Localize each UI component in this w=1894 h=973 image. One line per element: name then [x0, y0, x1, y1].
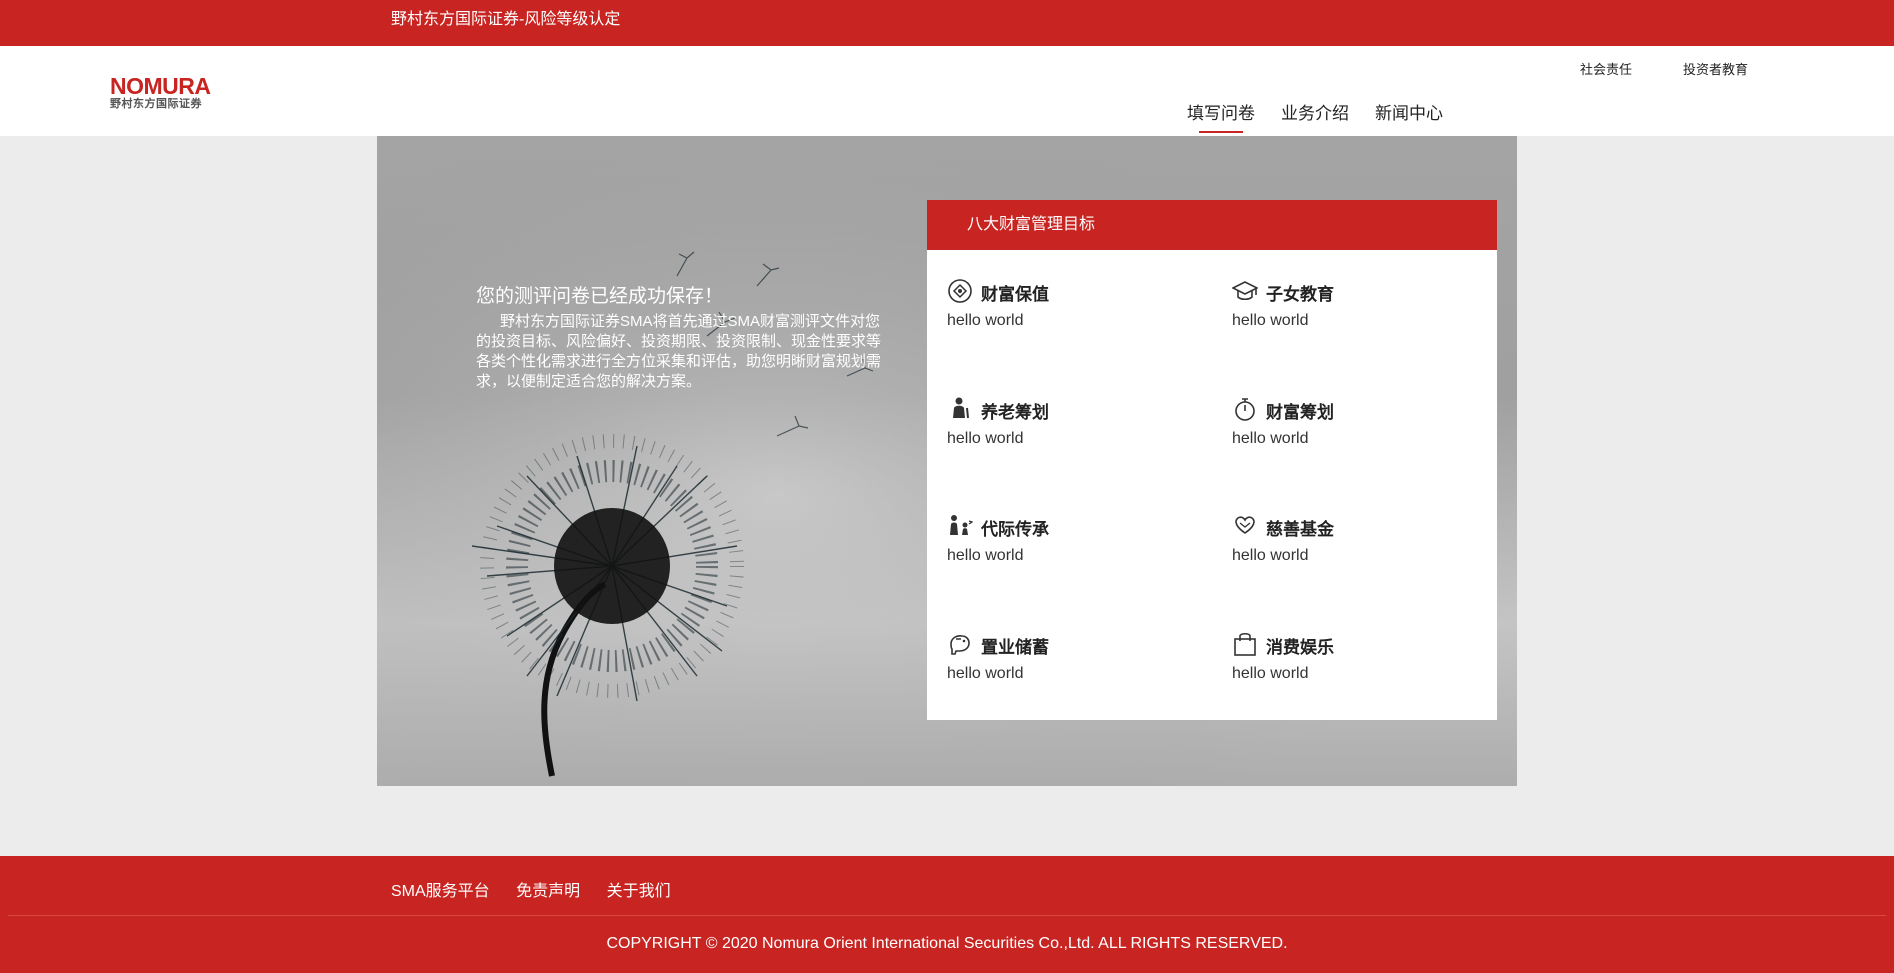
goal-retirement-planning[interactable]: 养老筹划 hello world — [947, 396, 1207, 466]
logo-wordmark: NOMURA — [110, 73, 211, 99]
goal-title: 代际传承 — [981, 520, 1049, 539]
graduation-cap-icon — [1232, 281, 1258, 301]
copyright-text: COPYRIGHT © 2020 Nomura Orient Internati… — [606, 935, 1288, 952]
nomura-logo[interactable]: NOMURA 野村东方国际证券 — [110, 73, 211, 114]
success-heading: 您的测评问卷已经成功保存！ — [476, 285, 724, 307]
hero-banner: 您的测评问卷已经成功保存！ 野村东方国际证券SMA将首先通过SMA财富测评文件对… — [377, 136, 1517, 786]
goal-child-education[interactable]: 子女教育 hello world — [1232, 278, 1492, 348]
goal-title: 子女教育 — [1266, 285, 1334, 304]
goal-title: 财富保值 — [981, 285, 1049, 304]
goal-title: 财富筹划 — [1266, 403, 1334, 422]
success-description: 野村东方国际证券SMA将首先通过SMA财富测评文件对您的投资目标、风险偏好、投资… — [476, 313, 882, 390]
goal-title: 慈善基金 — [1266, 520, 1334, 539]
nav-news[interactable]: 新闻中心 — [1375, 99, 1443, 124]
goal-wealth-planning[interactable]: 财富筹划 hello world — [1232, 396, 1492, 466]
goal-description: hello world — [947, 430, 1024, 447]
coin-target-icon — [948, 279, 972, 303]
goal-description: hello world — [1232, 430, 1309, 447]
top-bar: 野村东方国际证券-风险等级认定 — [0, 0, 1894, 46]
goal-description: hello world — [1232, 665, 1309, 682]
goal-charity-fund[interactable]: 慈善基金 hello world — [1232, 513, 1492, 583]
goal-description: hello world — [1232, 547, 1309, 564]
family-icon — [950, 515, 973, 535]
piggy-bank-icon — [950, 635, 970, 655]
footer-link-about-us[interactable]: 关于我们 — [607, 883, 671, 900]
goal-inheritance[interactable]: 代际传承 hello world — [947, 513, 1207, 583]
goal-title: 置业储蓄 — [981, 638, 1049, 657]
elderly-person-icon — [953, 397, 969, 419]
nav-questionnaire[interactable]: 填写问卷 — [1187, 99, 1255, 133]
goal-description: hello world — [1232, 312, 1309, 329]
goal-description: hello world — [947, 665, 1024, 682]
heart-hands-icon — [1235, 516, 1255, 534]
goal-title: 养老筹划 — [981, 403, 1049, 422]
save-success-message: 您的测评问卷已经成功保存！ 野村东方国际证券SMA将首先通过SMA财富测评文件对… — [476, 284, 894, 392]
investor-education-link[interactable]: 投资者教育 — [1683, 59, 1748, 78]
wealth-goals-card: 八大财富管理目标 财富保值 hello world 子女教育 hello wor… — [927, 200, 1497, 720]
footer-divider — [8, 915, 1886, 916]
nav-business[interactable]: 业务介绍 — [1281, 99, 1349, 124]
shopping-bag-icon — [1234, 632, 1256, 656]
site-title: 野村东方国际证券-风险等级认定 — [391, 11, 621, 28]
footer-links: SMA服务平台 免责声明 关于我们 — [391, 877, 693, 900]
footer-link-sma-platform[interactable]: SMA服务平台 — [391, 883, 490, 900]
goal-consumption-entertainment[interactable]: 消费娱乐 hello world — [1232, 631, 1492, 701]
social-responsibility-link[interactable]: 社会责任 — [1580, 59, 1632, 78]
footer-link-disclaimer[interactable]: 免责声明 — [516, 883, 580, 900]
goal-title: 消费娱乐 — [1266, 638, 1334, 657]
header: NOMURA 野村东方国际证券 社会责任 投资者教育 填写问卷 业务介绍 新闻中… — [0, 46, 1894, 136]
goal-description: hello world — [947, 312, 1024, 329]
goal-wealth-preservation[interactable]: 财富保值 hello world — [947, 278, 1207, 348]
logo-chinese-name: 野村东方国际证券 — [110, 98, 202, 110]
goal-property-savings[interactable]: 置业储蓄 hello world — [947, 631, 1207, 701]
card-title: 八大财富管理目标 — [927, 200, 1497, 250]
footer: SMA服务平台 免责声明 关于我们 COPYRIGHT © 2020 Nomur… — [0, 856, 1894, 973]
goal-description: hello world — [947, 547, 1024, 564]
stopwatch-icon — [1235, 398, 1255, 421]
